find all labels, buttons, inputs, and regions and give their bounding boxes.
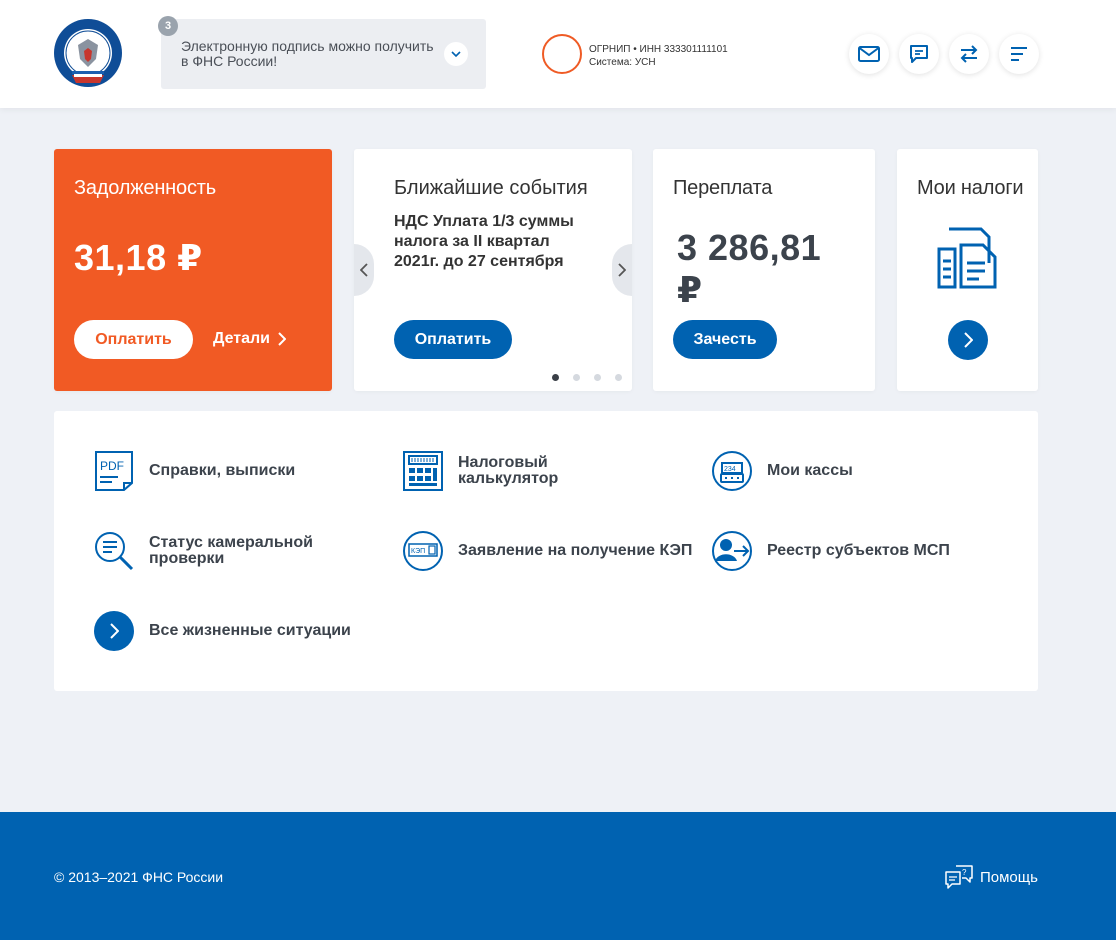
service-calculator[interactable]: Налоговый калькулятор [403,451,578,491]
service-audit-status[interactable]: Статус камеральной проверки [94,531,329,571]
details-label: Детали [213,330,271,347]
carousel-dot[interactable] [552,374,559,381]
debt-amount: 31,18 ₽ [74,237,203,278]
avatar[interactable] [542,34,582,74]
chat-icon [910,45,928,63]
mail-icon [858,46,880,62]
swap-button[interactable] [949,34,989,74]
chevron-right-icon [278,332,287,346]
carousel-dot[interactable] [594,374,601,381]
service-label: Мои кассы [767,462,853,479]
chevron-right-icon [618,263,626,277]
service-label: Статус камеральной проверки [149,534,313,567]
help-label: Помощь [980,868,1038,886]
event-pay-button[interactable]: Оплатить [394,320,512,359]
overpayment-card: Переплата 3 286,81 ₽ Зачесть [653,149,875,391]
notice-counter-badge: 3 [158,16,178,36]
chat-button[interactable] [899,34,939,74]
menu-icon [1011,47,1027,61]
carousel-prev-button[interactable] [354,244,374,296]
services-panel: PDF Справки, выписки Налоговый калькулят… [54,411,1038,691]
service-all-situations[interactable]: Все жизненные ситуации [94,611,351,651]
menu-button[interactable] [999,34,1039,74]
svg-text:КЭП: КЭП [411,548,425,555]
event-description: НДС Уплата 1/3 суммы налога за II кварта… [394,213,574,270]
service-msp-registry[interactable]: Реестр субъектов МСП [712,531,950,571]
swap-icon [960,45,978,63]
notice-expand-button[interactable] [444,42,468,66]
profile-ids: ОГРНИП • ИНН 333301111101 [589,44,728,55]
service-label: Справки, выписки [149,462,296,479]
service-label: Реестр субъектов МСП [767,542,950,559]
pdf-document-icon: PDF [95,451,133,491]
footer: © 2013–2021 ФНС России ? Помощь [0,812,1116,940]
service-certificates[interactable]: PDF Справки, выписки [94,451,295,491]
chevron-right-icon [963,332,973,348]
profile-info[interactable]: ОГРНИП • ИНН 333301111101 Система: УСН [589,43,745,69]
events-title: Ближайшие события [394,177,588,199]
tax-documents-icon [937,227,997,289]
all-situations-button[interactable] [94,611,134,651]
offset-button[interactable]: Зачесть [673,320,777,359]
carousel-dot[interactable] [573,374,580,381]
service-kep-application[interactable]: КЭП Заявление на получение КЭП [403,531,692,571]
service-kassy[interactable]: 234 Мои кассы [712,451,853,491]
svg-text:PDF: PDF [100,459,124,473]
esign-notice[interactable]: 3 Электронную подпись можно получить в Ф… [158,16,486,89]
debt-card: Задолженность 31,18 ₽ Оплатить Детали [54,149,332,391]
chevron-right-icon [109,623,119,639]
debt-title: Задолженность [74,177,216,199]
my-taxes-open-button[interactable] [948,320,988,360]
cash-register-icon: 234 [712,451,752,491]
my-taxes-title: Мои налоги [917,177,1024,199]
service-label: Заявление на получение КЭП [458,542,693,559]
help-chat-icon: ? [945,865,973,889]
service-label: Все жизненные ситуации [149,622,351,639]
debt-details-link[interactable]: Детали [213,330,287,348]
svg-text:?: ? [962,868,967,877]
registry-person-icon [712,531,752,571]
events-card: Ближайшие события НДС Уплата 1/3 суммы н… [354,149,632,391]
mail-button[interactable] [849,34,889,74]
fns-logo-icon[interactable] [52,17,124,89]
svg-text:234: 234 [724,466,736,473]
magnifier-document-icon [95,532,134,571]
carousel-next-button[interactable] [612,244,632,296]
service-label: Налоговый калькулятор [458,454,559,487]
kep-card-icon: КЭП [403,531,443,571]
notice-text: Электронную подпись можно получить в ФНС… [181,38,434,69]
header: 3 Электронную подпись можно получить в Ф… [0,0,1116,108]
help-link[interactable]: ? Помощь [944,864,1038,890]
carousel-dots [552,374,622,381]
calculator-icon [403,451,443,491]
overpayment-title: Переплата [673,177,773,199]
carousel-dot[interactable] [615,374,622,381]
overpayment-amount: 3 286,81 ₽ [677,227,822,310]
profile-tax-system: Система: УСН [589,57,656,68]
my-taxes-card[interactable]: Мои налоги [897,149,1038,391]
chevron-left-icon [360,263,368,277]
debt-pay-button[interactable]: Оплатить [74,320,193,359]
chevron-down-icon [451,50,461,57]
copyright: © 2013–2021 ФНС России [54,869,224,885]
